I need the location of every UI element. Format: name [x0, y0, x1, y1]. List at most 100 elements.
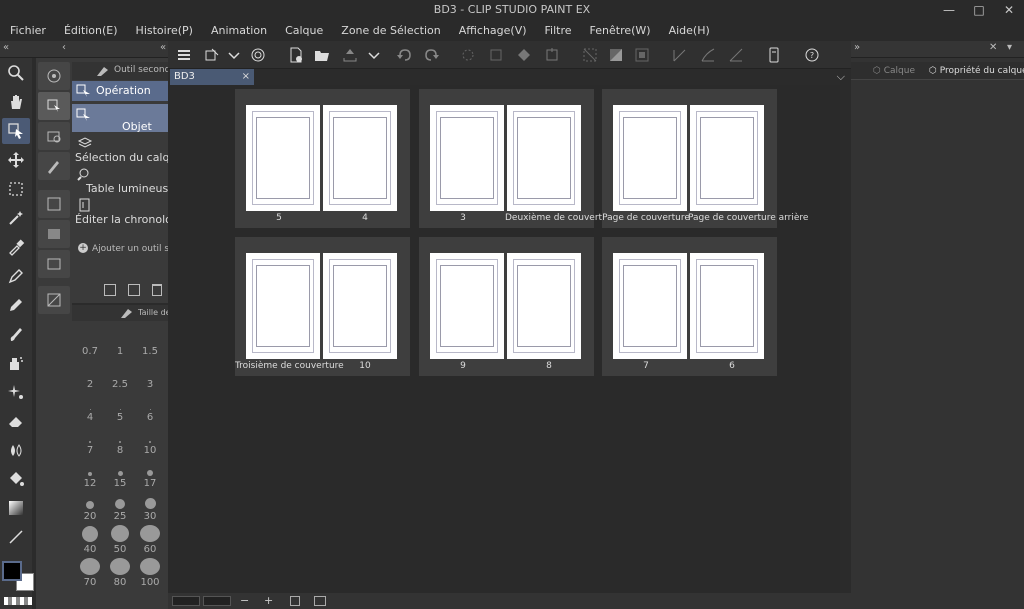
- thumbnail-large-icon[interactable]: [203, 596, 231, 606]
- collapse-right-icon[interactable]: «: [160, 42, 166, 53]
- chevron-down-icon[interactable]: [224, 45, 244, 65]
- page-spread[interactable]: 76: [602, 237, 777, 376]
- clip-studio-icon[interactable]: [248, 45, 268, 65]
- panel-close-icon[interactable]: ✕: [989, 42, 997, 53]
- brush-size-cell[interactable]: 15: [105, 459, 135, 489]
- brush-size-cell[interactable]: 5: [105, 393, 135, 423]
- page-thumbnail[interactable]: [246, 253, 320, 359]
- page-spread[interactable]: 98: [419, 237, 594, 376]
- brush-size-cell[interactable]: 0.7: [75, 327, 105, 357]
- hamburger-menu-icon[interactable]: [174, 45, 194, 65]
- subtool-group-operation-icon[interactable]: [38, 92, 70, 120]
- zoom-out-icon[interactable]: −: [240, 594, 249, 607]
- collapse-left-icon[interactable]: ‹: [62, 42, 66, 53]
- page-thumbnail[interactable]: [246, 105, 320, 211]
- tab-list-chevron-icon[interactable]: ⌵: [837, 70, 845, 84]
- subtool-item-object[interactable]: Objet: [72, 104, 168, 132]
- clear-outside-icon[interactable]: [486, 45, 506, 65]
- brush-size-cell[interactable]: 40: [75, 525, 105, 555]
- menu-animation[interactable]: Animation: [211, 24, 267, 37]
- import-subtool-icon[interactable]: [104, 284, 116, 296]
- zoom-tool-icon[interactable]: [2, 60, 30, 86]
- menu-calque[interactable]: Calque: [285, 24, 323, 37]
- subtool-group-frame-icon[interactable]: [38, 190, 70, 218]
- menu-zone-selection[interactable]: Zone de Sélection: [341, 24, 440, 37]
- tab-layer[interactable]: ⬡ Calque: [873, 66, 915, 76]
- page-thumbnail[interactable]: [430, 105, 504, 211]
- menu-affichage[interactable]: Affichage(V): [459, 24, 527, 37]
- menu-histoire[interactable]: Histoire(P): [136, 24, 193, 37]
- menu-filtre[interactable]: Filtre: [545, 24, 572, 37]
- zoom-in-icon[interactable]: +: [264, 594, 273, 607]
- fit-pages-icon[interactable]: [290, 596, 300, 606]
- delete-subtool-icon[interactable]: [152, 284, 162, 296]
- brush-size-cell[interactable]: 25: [105, 492, 135, 522]
- brush-size-cell[interactable]: 2.5: [105, 360, 135, 390]
- page-thumbnail[interactable]: [613, 105, 687, 211]
- fill-tool-icon[interactable]: [2, 466, 30, 492]
- pen-tool-icon[interactable]: [2, 263, 30, 289]
- brush-size-cell[interactable]: 20: [75, 492, 105, 522]
- deselect-icon[interactable]: [580, 45, 600, 65]
- magic-wand-icon[interactable]: [2, 205, 30, 231]
- brush-size-tab[interactable]: Taille de forme: [72, 305, 168, 321]
- collapse-right-panel-icon[interactable]: »: [854, 42, 860, 53]
- transform-icon[interactable]: [202, 45, 222, 65]
- brush-size-cell[interactable]: 30: [135, 492, 165, 522]
- page-thumbnail[interactable]: [507, 253, 581, 359]
- close-icon[interactable]: ✕: [994, 0, 1024, 20]
- brush-size-cell[interactable]: 1: [105, 327, 135, 357]
- menu-aide[interactable]: Aide(H): [669, 24, 710, 37]
- crop-icon[interactable]: [542, 45, 562, 65]
- subtool-item-operation[interactable]: Opération: [72, 81, 168, 101]
- panel-menu-icon[interactable]: ▾: [1007, 42, 1012, 53]
- chevron-down-icon[interactable]: [364, 45, 384, 65]
- brush-size-cell[interactable]: 100: [135, 558, 165, 588]
- brush-size-cell[interactable]: 60: [135, 525, 165, 555]
- brush-size-cell[interactable]: 50: [105, 525, 135, 555]
- snap-grid-icon[interactable]: [726, 45, 746, 65]
- move-tool-icon[interactable]: [2, 147, 30, 173]
- subtool-group-text-icon[interactable]: [38, 220, 70, 248]
- brush-size-cell[interactable]: 3: [135, 360, 165, 390]
- selection-mask-icon[interactable]: [632, 45, 652, 65]
- open-folder-icon[interactable]: [312, 45, 332, 65]
- gradient-tool-icon[interactable]: [2, 495, 30, 521]
- brush-size-cell[interactable]: 70: [75, 558, 105, 588]
- object-tool-icon[interactable]: [2, 118, 30, 144]
- page-setting-icon[interactable]: [314, 596, 326, 606]
- fill-icon[interactable]: [514, 45, 534, 65]
- subtool-group-layer-icon[interactable]: [38, 122, 70, 150]
- smartphone-icon[interactable]: [764, 45, 784, 65]
- hand-tool-icon[interactable]: [2, 89, 30, 115]
- brush-size-cell[interactable]: 4: [75, 393, 105, 423]
- add-subtool-button[interactable]: + Ajouter un outil secondaire: [72, 243, 168, 259]
- page-thumbnail[interactable]: [690, 253, 764, 359]
- menu-edition[interactable]: Édition(E): [64, 24, 118, 37]
- selection-tool-icon[interactable]: [2, 176, 30, 202]
- eraser-tool-icon[interactable]: [2, 408, 30, 434]
- new-file-icon[interactable]: [286, 45, 306, 65]
- page-thumbnail[interactable]: [690, 105, 764, 211]
- subtool-item-light-table[interactable]: Table lumineuse: [72, 167, 168, 197]
- brush-size-cell[interactable]: 17: [135, 459, 165, 489]
- pencil-tool-icon[interactable]: [2, 292, 30, 318]
- subtool-group-ruler-icon[interactable]: [38, 250, 70, 278]
- brush-tool-icon[interactable]: [2, 321, 30, 347]
- invert-selection-icon[interactable]: [606, 45, 626, 65]
- page-spread[interactable]: 3 Deuxième de couverture: [419, 89, 617, 228]
- subtool-panel-tab[interactable]: Outil secondaire: [72, 62, 168, 80]
- page-thumbnail[interactable]: [430, 253, 504, 359]
- transparent-color-swatch[interactable]: [4, 597, 32, 605]
- brush-size-cell[interactable]: 6: [135, 393, 165, 423]
- brush-size-cell[interactable]: 1.5: [135, 327, 165, 357]
- duplicate-subtool-icon[interactable]: [128, 284, 140, 296]
- blend-tool-icon[interactable]: [2, 437, 30, 463]
- brush-size-cell[interactable]: 2: [75, 360, 105, 390]
- maximize-icon[interactable]: □: [964, 0, 994, 20]
- save-icon[interactable]: [340, 45, 360, 65]
- document-tab[interactable]: BD3 ×: [170, 69, 254, 85]
- subtool-item-layer-selection[interactable]: Sélection du calque: [72, 136, 168, 166]
- page-spread[interactable]: Troisième de couverture 10: [235, 237, 410, 376]
- page-thumbnail[interactable]: [613, 253, 687, 359]
